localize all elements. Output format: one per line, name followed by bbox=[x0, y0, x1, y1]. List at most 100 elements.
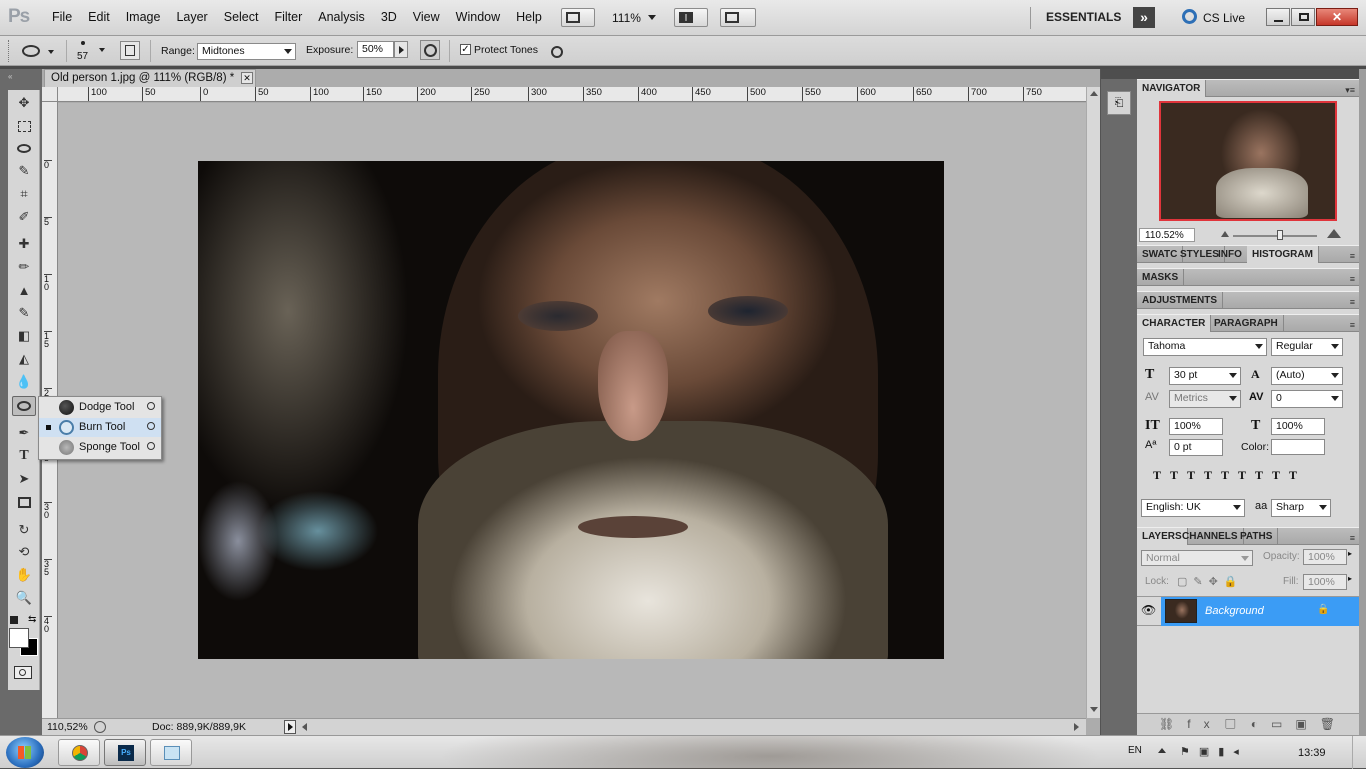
tab-adjustments[interactable]: ADJUSTMENTS bbox=[1137, 292, 1224, 309]
opacity-input[interactable]: 100% bbox=[1303, 549, 1347, 565]
menu-view[interactable]: View bbox=[405, 10, 448, 24]
burn-tool[interactable] bbox=[12, 396, 36, 416]
tray-expand-icon[interactable] bbox=[1158, 748, 1166, 753]
close-button[interactable]: ✕ bbox=[1316, 8, 1358, 26]
scroll-down-icon[interactable] bbox=[1090, 707, 1098, 712]
screen-mode-button[interactable] bbox=[720, 8, 756, 27]
start-button[interactable] bbox=[6, 737, 44, 768]
menu-analysis[interactable]: Analysis bbox=[310, 10, 373, 24]
airbrush-toggle[interactable] bbox=[420, 40, 440, 60]
flyout-item-sponge[interactable]: Sponge Tool bbox=[39, 438, 161, 457]
eye-icon[interactable]: 👁 bbox=[1141, 603, 1156, 617]
status-zoom[interactable]: 110,52% bbox=[47, 721, 88, 733]
menu-edit[interactable]: Edit bbox=[80, 10, 118, 24]
zoom-in-icon[interactable] bbox=[1327, 229, 1341, 238]
workspace-label[interactable]: ESSENTIALS bbox=[1046, 10, 1121, 24]
exposure-input[interactable]: 50% bbox=[357, 41, 394, 58]
status-info-icon[interactable] bbox=[94, 721, 106, 733]
blur-tool[interactable]: 💧 bbox=[12, 372, 36, 392]
zoom-out-icon[interactable] bbox=[1221, 231, 1229, 237]
lock-icons[interactable]: ▢✎✥🔒 bbox=[1177, 575, 1244, 588]
panel-menu-icon[interactable]: ≡ bbox=[1350, 320, 1355, 330]
minimize-button[interactable] bbox=[1266, 8, 1290, 26]
language-select[interactable]: English: UK bbox=[1141, 499, 1245, 517]
tab-info[interactable]: INFO bbox=[1213, 246, 1248, 263]
scroll-right-icon[interactable] bbox=[1074, 723, 1079, 731]
tab-paths[interactable]: PATHS bbox=[1235, 528, 1279, 545]
chevron-right-icon[interactable]: ▸ bbox=[1348, 549, 1352, 558]
photo-old-man[interactable] bbox=[198, 161, 944, 659]
healing-brush-tool[interactable]: ✚ bbox=[12, 234, 36, 254]
navigator-zoom-input[interactable]: 110.52% bbox=[1139, 228, 1195, 242]
ruler-origin[interactable] bbox=[42, 87, 58, 102]
range-select[interactable]: Midtones bbox=[197, 43, 296, 60]
baseline-shift-input[interactable]: 0 pt bbox=[1169, 439, 1223, 456]
menu-select[interactable]: Select bbox=[216, 10, 267, 24]
text-color-swatch[interactable] bbox=[1271, 439, 1325, 455]
menu-file[interactable]: File bbox=[44, 10, 80, 24]
vertical-scrollbar[interactable] bbox=[1086, 87, 1100, 718]
fill-input[interactable]: 100% bbox=[1303, 574, 1347, 590]
menu-window[interactable]: Window bbox=[448, 10, 508, 24]
lasso-tool[interactable] bbox=[12, 138, 36, 158]
swap-colors-icon[interactable]: ⇆ bbox=[28, 614, 36, 625]
quick-selection-tool[interactable]: ✎ bbox=[12, 161, 36, 181]
menu-layer[interactable]: Layer bbox=[168, 10, 215, 24]
menu-image[interactable]: Image bbox=[118, 10, 169, 24]
exposure-slider-button[interactable] bbox=[394, 41, 408, 58]
crop-tool[interactable]: ⌗ bbox=[12, 184, 36, 204]
kerning-select[interactable]: Metrics bbox=[1169, 390, 1241, 408]
3d-orbit-tool[interactable]: ⟲ bbox=[12, 542, 36, 562]
layers-footer-buttons[interactable]: ⛓fx◻◐▭▣🗑 bbox=[1137, 713, 1359, 735]
panel-menu-icon[interactable]: ≡ bbox=[1350, 533, 1355, 543]
protect-tones-checkbox[interactable]: ✓ bbox=[460, 44, 471, 55]
language-indicator[interactable]: EN bbox=[1128, 745, 1142, 756]
tracking-select[interactable]: 0 bbox=[1271, 390, 1343, 408]
panel-menu-icon[interactable]: ≡ bbox=[1350, 274, 1355, 284]
paint-bucket-tool[interactable]: ◭ bbox=[12, 349, 36, 369]
brush-panel-button[interactable] bbox=[120, 41, 140, 60]
tab-navigator[interactable]: NAVIGATOR bbox=[1137, 80, 1207, 97]
move-tool[interactable]: ✥ bbox=[12, 93, 36, 113]
restore-button[interactable] bbox=[1291, 8, 1315, 26]
panel-menu-icon[interactable]: ▾≡ bbox=[1345, 85, 1355, 96]
flyout-item-burn[interactable]: Burn Tool bbox=[39, 418, 161, 437]
brush-tool[interactable]: ✏ bbox=[12, 257, 36, 277]
marquee-tool[interactable] bbox=[12, 116, 36, 136]
foreground-color-swatch[interactable] bbox=[9, 628, 29, 648]
brush-picker[interactable]: 57 bbox=[72, 39, 110, 63]
eyedropper-tool[interactable]: ✐ bbox=[12, 207, 36, 227]
default-colors-icon[interactable] bbox=[10, 616, 18, 624]
menu-3d[interactable]: 3D bbox=[373, 10, 405, 24]
taskbar-chrome[interactable] bbox=[58, 739, 100, 766]
path-selection-tool[interactable]: ➤ bbox=[12, 469, 36, 489]
type-tool[interactable]: T bbox=[12, 446, 36, 466]
3d-rotate-tool[interactable]: ↻ bbox=[12, 520, 36, 540]
history-panel-icon[interactable]: ⎗ bbox=[1107, 91, 1131, 115]
bridge-launch-button[interactable] bbox=[561, 8, 595, 27]
flyout-item-dodge[interactable]: Dodge Tool bbox=[39, 398, 161, 417]
navigator-thumbnail[interactable] bbox=[1159, 101, 1337, 221]
document-tab[interactable]: Old person 1.jpg @ 111% (RGB/8) * ✕ bbox=[44, 69, 256, 87]
antialias-select[interactable]: Sharp bbox=[1271, 499, 1331, 517]
pen-tool[interactable]: ✒ bbox=[12, 423, 36, 443]
panel-menu-icon[interactable]: ≡ bbox=[1350, 297, 1355, 307]
cs-live-menu[interactable]: CS Live bbox=[1203, 11, 1245, 25]
taskbar-photoshop[interactable]: Ps bbox=[104, 739, 146, 766]
panel-scrollbar[interactable] bbox=[1359, 69, 1366, 735]
layer-row-selected[interactable]: Background 🔒 bbox=[1161, 597, 1359, 626]
scroll-left-icon[interactable] bbox=[302, 723, 307, 731]
tab-channels[interactable]: CHANNELS bbox=[1177, 528, 1244, 545]
type-style-buttons[interactable]: TTTTTTTTT bbox=[1153, 468, 1306, 483]
quick-mask-button[interactable] bbox=[14, 666, 32, 679]
vertical-scale-input[interactable]: 100% bbox=[1169, 418, 1223, 435]
clone-stamp-tool[interactable]: ▲ bbox=[12, 280, 36, 300]
tab-masks[interactable]: MASKS bbox=[1137, 269, 1185, 286]
font-style-select[interactable]: Regular bbox=[1271, 338, 1343, 356]
hand-tool[interactable]: ✋ bbox=[12, 565, 36, 585]
eraser-tool[interactable]: ◧ bbox=[12, 326, 36, 346]
arrange-documents-button[interactable] bbox=[674, 8, 708, 27]
tab-histogram[interactable]: HISTOGRAM bbox=[1247, 246, 1319, 263]
chevron-right-icon[interactable]: ▸ bbox=[1348, 574, 1352, 583]
font-size-select[interactable]: 30 pt bbox=[1169, 367, 1241, 385]
